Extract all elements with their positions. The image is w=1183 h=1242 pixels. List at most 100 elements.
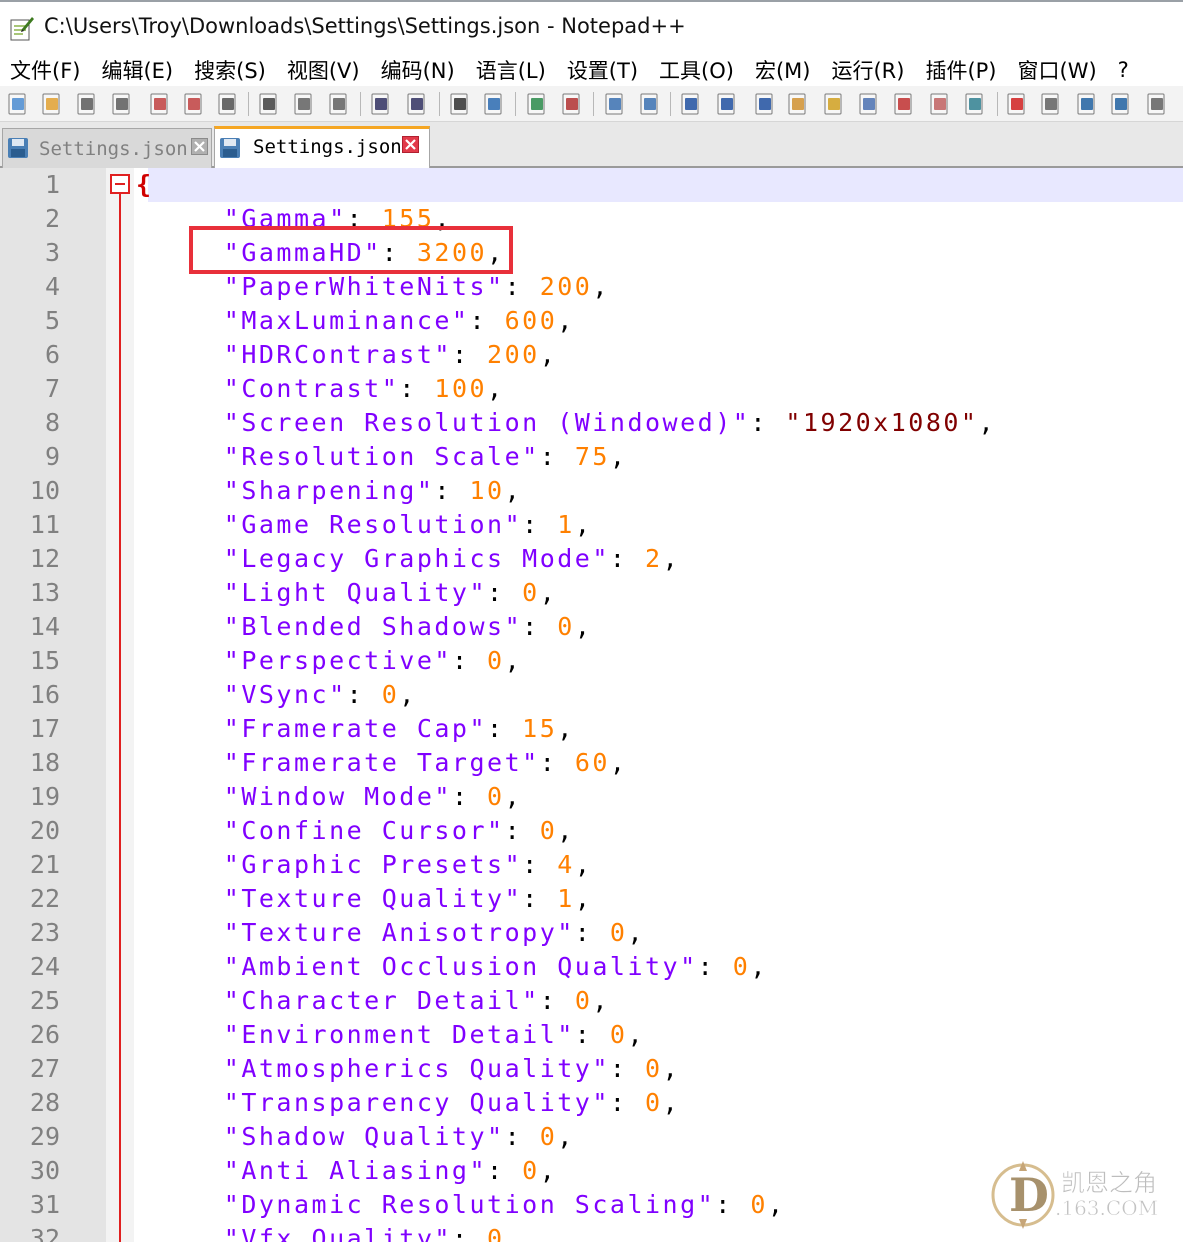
stop-macro-icon[interactable]: [1037, 90, 1065, 118]
toolbar-separator: [248, 92, 249, 116]
save-macro-icon[interactable]: [1143, 90, 1171, 118]
menu-item-1[interactable]: 编辑(E): [91, 55, 184, 85]
menu-item-0[interactable]: 文件(F): [0, 55, 91, 85]
close-tab-icon[interactable]: [402, 136, 419, 153]
code-line[interactable]: 3 "GammaHD": 3200,: [0, 236, 1183, 270]
code-line[interactable]: 20 "Confine Cursor": 0,: [0, 814, 1183, 848]
comma: ,: [662, 1054, 681, 1083]
code-line[interactable]: 8 "Screen Resolution (Windowed)": "1920x…: [0, 406, 1183, 440]
code-line[interactable]: 7 "Contrast": 100,: [0, 372, 1183, 406]
code-line[interactable]: 21 "Graphic Presets": 4,: [0, 848, 1183, 882]
code-line[interactable]: 23 "Texture Anisotropy": 0,: [0, 916, 1183, 950]
menu-item-10[interactable]: 插件(P): [915, 55, 1007, 85]
menu-item-8[interactable]: 宏(M): [745, 55, 822, 85]
redo-icon[interactable]: [403, 90, 431, 118]
code-text: "Blended Shadows": 0,: [136, 610, 592, 644]
watermark-logo: D 凯恩之角 .163.COM: [991, 1161, 1158, 1229]
print-icon[interactable]: [214, 90, 242, 118]
paste-icon[interactable]: [325, 90, 353, 118]
code-line[interactable]: 19 "Window Mode": 0,: [0, 780, 1183, 814]
close-all-icon[interactable]: [180, 90, 208, 118]
line-number: 8: [44, 408, 60, 437]
code-line[interactable]: 26 "Environment Detail": 0,: [0, 1018, 1183, 1052]
save-icon[interactable]: [73, 90, 101, 118]
menu-item-6[interactable]: 设置(T): [557, 55, 649, 85]
code-line[interactable]: 11 "Game Resolution": 1,: [0, 508, 1183, 542]
toolbar-separator: [997, 92, 998, 116]
menu-item-3[interactable]: 视图(V): [277, 55, 371, 85]
doc-list-icon[interactable]: [855, 90, 883, 118]
json-number-value: 10: [469, 476, 505, 505]
menu-item-4[interactable]: 编码(N): [371, 55, 466, 85]
code-line[interactable]: 13 "Light Quality": 0,: [0, 576, 1183, 610]
code-line[interactable]: 5 "MaxLuminance": 600,: [0, 304, 1183, 338]
code-text: "PaperWhiteNits": 200,: [136, 270, 610, 304]
replace-icon[interactable]: [480, 90, 508, 118]
tab-settings-json-2[interactable]: Settings.json: [214, 126, 430, 168]
doc-map-icon[interactable]: [820, 90, 848, 118]
indent-guide-icon[interactable]: [751, 90, 779, 118]
line-number: 19: [29, 782, 60, 811]
function-list-icon[interactable]: [890, 90, 918, 118]
colon-separator: :: [522, 510, 558, 539]
menu-item-9[interactable]: 运行(R): [821, 55, 915, 85]
word-wrap-icon[interactable]: [677, 90, 705, 118]
code-line[interactable]: 14 "Blended Shadows": 0,: [0, 610, 1183, 644]
code-line[interactable]: 24 "Ambient Occlusion Quality": 0,: [0, 950, 1183, 984]
zoom-in-icon[interactable]: [523, 90, 551, 118]
menu-item-2[interactable]: 搜索(S): [184, 55, 277, 85]
play-macro-icon[interactable]: [1073, 90, 1101, 118]
close-tab-icon[interactable]: [191, 138, 208, 155]
code-line[interactable]: 22 "Texture Quality": 1,: [0, 882, 1183, 916]
code-line[interactable]: 12 "Legacy Graphics Mode": 2,: [0, 542, 1183, 576]
code-line[interactable]: 29 "Shadow Quality": 0,: [0, 1120, 1183, 1154]
code-line[interactable]: 27 "Atmospherics Quality": 0,: [0, 1052, 1183, 1086]
line-number: 30: [29, 1156, 60, 1185]
close-icon[interactable]: [146, 90, 174, 118]
record-macro-icon[interactable]: [1003, 90, 1031, 118]
menu-item-12[interactable]: ?: [1108, 58, 1140, 82]
colon-separator: :: [451, 782, 488, 811]
code-line[interactable]: 1{: [0, 168, 1183, 202]
folder-workspace-icon[interactable]: [926, 90, 954, 118]
new-file-icon[interactable]: [4, 90, 32, 118]
code-line[interactable]: 25 "Character Detail": 0,: [0, 984, 1183, 1018]
menu-item-5[interactable]: 语言(L): [466, 55, 557, 85]
editor[interactable]: 1{2 "Gamma": 155, 3 "GammaHD": 3200, 4 "Pa…: [0, 168, 1183, 1242]
code-line[interactable]: 17 "Framerate Cap": 15,: [0, 712, 1183, 746]
colon-separator: :: [469, 306, 505, 335]
sync-v-icon[interactable]: [601, 90, 629, 118]
colon-separator: :: [697, 952, 733, 981]
cut-icon[interactable]: [255, 90, 283, 118]
json-key: "Transparency Quality": [223, 1088, 610, 1117]
comma: ,: [399, 680, 417, 709]
code-line[interactable]: 16 "VSync": 0,: [0, 678, 1183, 712]
code-line[interactable]: 18 "Framerate Target": 60,: [0, 746, 1183, 780]
json-key: "Perspective": [223, 646, 452, 675]
sync-h-icon[interactable]: [636, 90, 664, 118]
json-number-value: 1: [557, 884, 575, 913]
code-line[interactable]: 4 "PaperWhiteNits": 200,: [0, 270, 1183, 304]
tab-settings-json-1[interactable]: Settings.json: [2, 128, 212, 168]
find-icon[interactable]: [446, 90, 474, 118]
save-all-icon[interactable]: [108, 90, 136, 118]
line-number: 25: [29, 986, 60, 1015]
menu-item-7[interactable]: 工具(O): [649, 55, 745, 85]
code-line[interactable]: 9 "Resolution Scale": 75,: [0, 440, 1183, 474]
run-macro-multiple-icon[interactable]: [1107, 90, 1135, 118]
show-all-chars-icon[interactable]: [713, 90, 741, 118]
undo-icon[interactable]: [367, 90, 395, 118]
zoom-out-icon[interactable]: [558, 90, 586, 118]
code-line[interactable]: 2 "Gamma": 155,: [0, 202, 1183, 236]
udl-icon[interactable]: [784, 90, 812, 118]
code-line[interactable]: 10 "Sharpening": 10,: [0, 474, 1183, 508]
json-number-value: 0: [750, 1190, 768, 1219]
comma: ,: [609, 748, 628, 777]
open-file-icon[interactable]: [38, 90, 66, 118]
code-line[interactable]: 28 "Transparency Quality": 0,: [0, 1086, 1183, 1120]
monitoring-icon[interactable]: [961, 90, 989, 118]
code-line[interactable]: 15 "Perspective": 0,: [0, 644, 1183, 678]
copy-icon[interactable]: [290, 90, 318, 118]
menu-item-11[interactable]: 窗口(W): [1008, 55, 1108, 85]
code-line[interactable]: 6 "HDRContrast": 200,: [0, 338, 1183, 372]
